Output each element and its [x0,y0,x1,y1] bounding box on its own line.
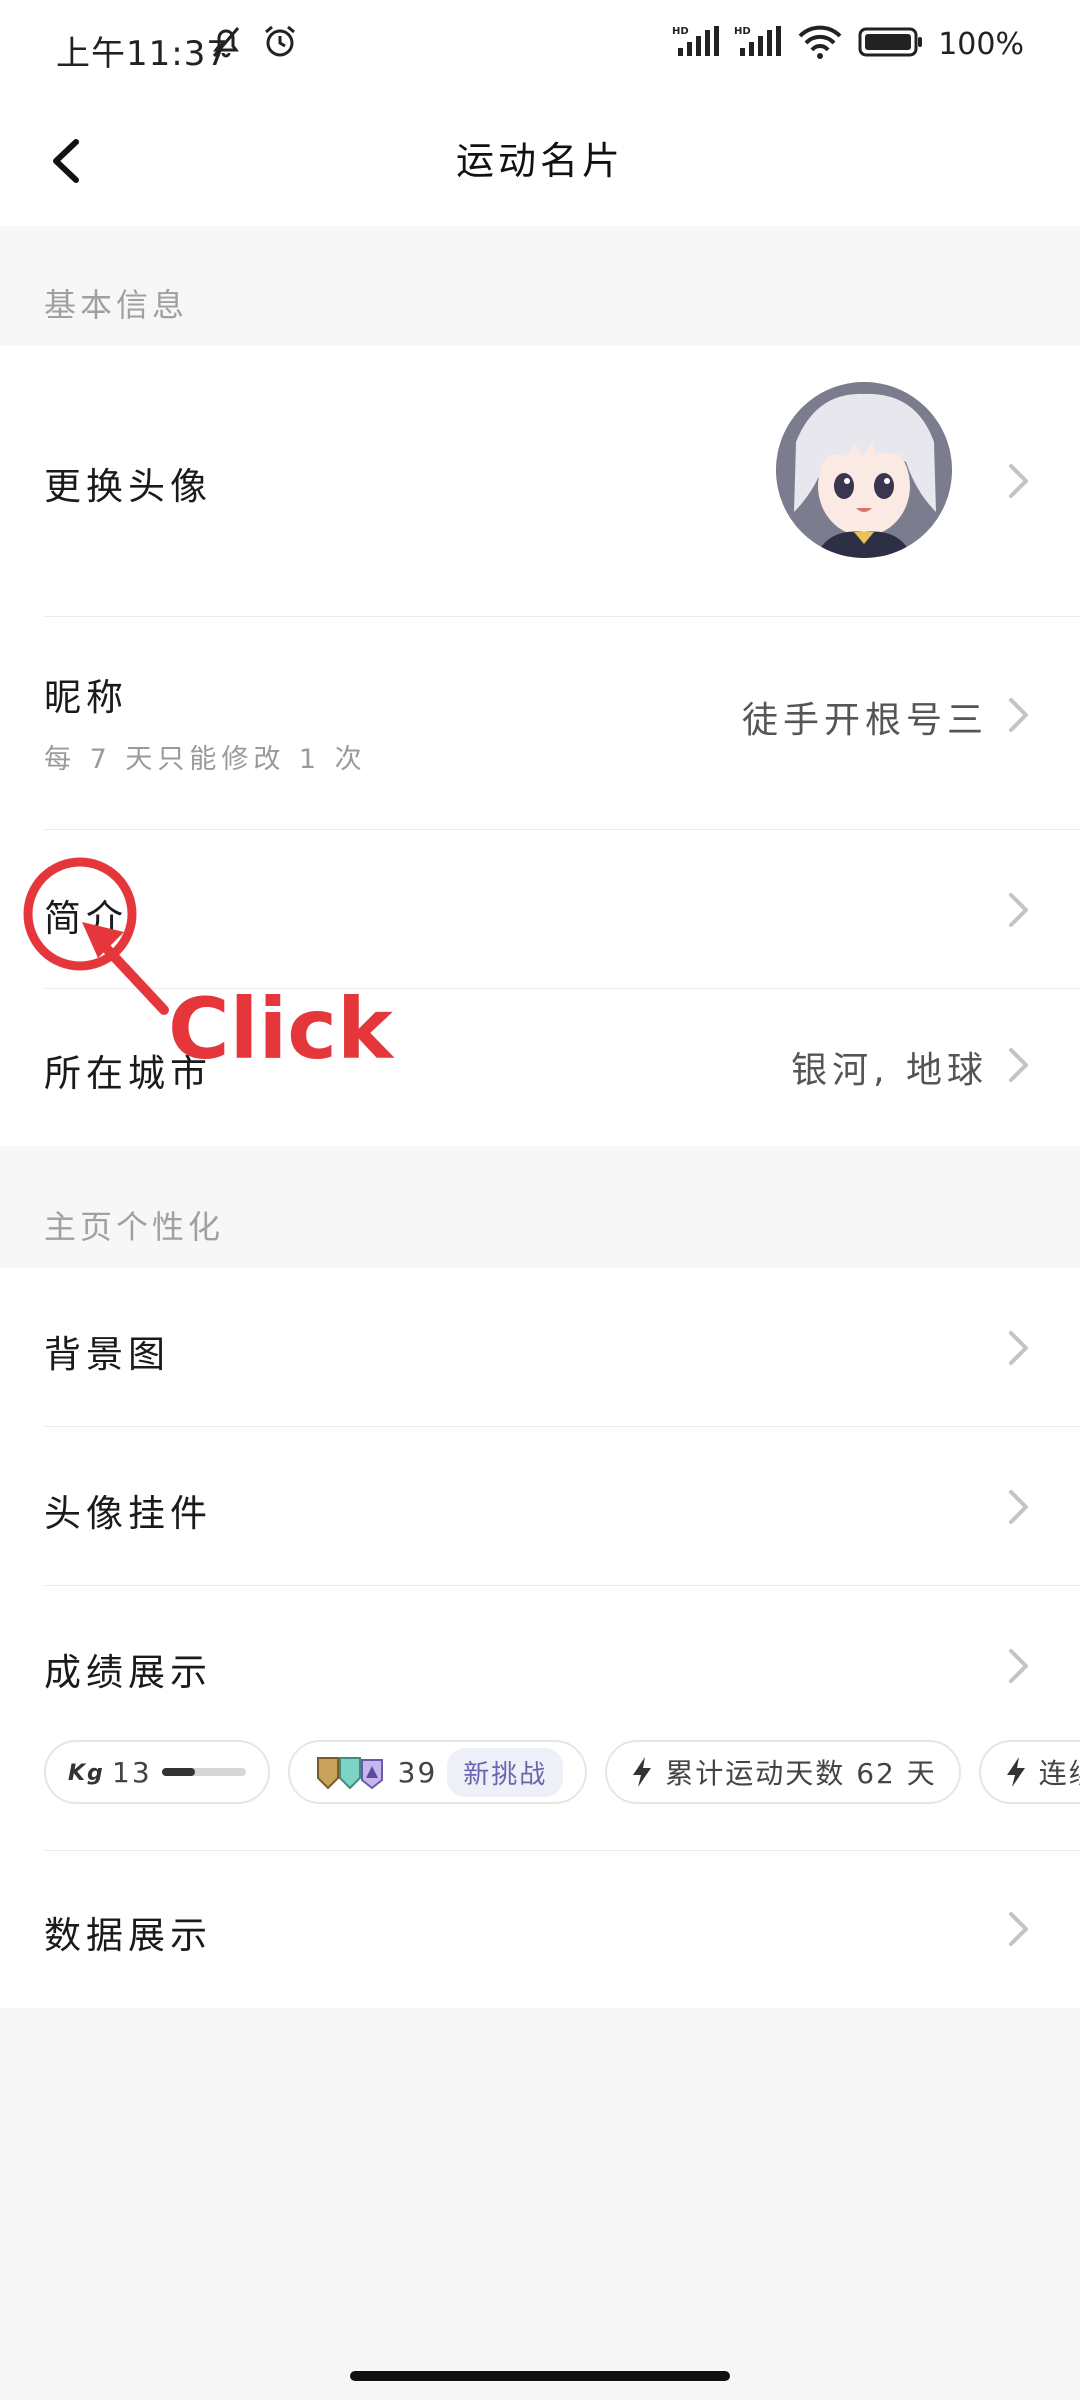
avatar-pendant-row[interactable]: 头像挂件 [0,1427,1080,1585]
home-indicator [350,2371,730,2381]
page-title: 运动名片 [455,139,624,183]
battery-percent: 100% [938,26,1024,62]
change-avatar-label: 更换头像 [44,465,212,508]
status-bar: 上午11:37 HD HD 100% [0,0,1080,96]
svg-text:HD: HD [672,26,689,37]
chevron-right-icon [1009,1912,1028,1946]
chevron-right-icon [1009,893,1028,927]
svg-text:Kg: Kg [68,1761,102,1786]
change-avatar-row[interactable]: 更换头像 [0,346,1080,616]
kg-progress-bar [161,1768,246,1776]
achievements-label: 成绩展示 [44,1651,212,1694]
signal-hd-icon: HD [672,24,720,64]
personalize-group: 背景图 头像挂件 成绩展示 数据展示 [0,1268,1080,2008]
nav-bar: 运动名片 [0,96,1080,226]
total-days-chip[interactable]: 累计运动天数 62 天 [605,1740,961,1804]
bio-row[interactable]: 简介 [0,830,1080,988]
challenge-chip[interactable]: 39 新挑战 [287,1740,588,1804]
kg-chip[interactable]: Kg 13 [44,1740,270,1804]
kg-value: 13 [112,1755,152,1789]
status-icons-left [206,22,300,66]
total-days-label: 累计运动天数 62 天 [665,1757,937,1790]
click-annotation-label: Click [168,980,393,1078]
streak-chip[interactable]: 连续运动 [978,1740,1080,1804]
nickname-row[interactable]: 昵称 每 7 天只能修改 1 次 徒手开根号三 [0,617,1080,829]
chevron-right-icon [1009,1649,1028,1683]
mute-bell-icon [206,22,246,66]
challenge-count: 39 [397,1755,438,1789]
nickname-hint: 每 7 天只能修改 1 次 [44,744,367,775]
kg-progress-fill [161,1768,196,1776]
background-image-label: 背景图 [44,1333,170,1376]
streak-label: 连续运动 [1038,1757,1080,1790]
lightning-icon [633,1757,652,1787]
chevron-right-icon [1009,698,1028,732]
section-header-personalize: 主页个性化 [44,1208,225,1246]
nickname-label: 昵称 [44,676,128,719]
basic-info-group: 更换头像 昵称 每 7 天只能修改 1 次 徒手开根号三 简介 所在城市 银河,… [0,346,1080,1146]
status-time: 上午11:37 [56,34,229,74]
avatar [776,382,952,558]
chevron-right-icon [1009,1331,1028,1365]
city-row[interactable]: 所在城市 银河, 地球 [0,989,1080,1146]
nickname-value: 徒手开根号三 [741,700,988,741]
new-challenge-tag: 新挑战 [447,1747,564,1797]
section-header-basic: 基本信息 [44,286,189,324]
bio-label: 简介 [44,897,128,940]
data-display-row[interactable]: 数据展示 [0,1851,1080,2008]
chevron-right-icon [1009,1490,1028,1524]
achievement-chips: Kg 13 39 新挑战 累计运动天数 62 天 连续运动 [44,1740,1080,1804]
chevron-right-icon [1009,464,1028,498]
badges-icon [316,1757,383,1790]
achievements-row[interactable]: 成绩展示 [0,1586,1080,1716]
signal-hd-icon: HD [734,24,782,64]
svg-text:HD: HD [734,26,751,37]
avatar-pendant-label: 头像挂件 [44,1492,212,1535]
battery-icon [858,25,924,63]
status-icons-right: HD HD 100% [672,24,1024,64]
kg-icon: Kg [68,1761,102,1786]
wifi-icon [796,24,844,64]
data-display-label: 数据展示 [44,1914,212,1957]
lightning-icon [1006,1757,1025,1787]
alarm-icon [260,22,300,66]
background-image-row[interactable]: 背景图 [0,1268,1080,1426]
chevron-right-icon [1009,1048,1028,1082]
city-value: 银河, 地球 [791,1050,988,1091]
